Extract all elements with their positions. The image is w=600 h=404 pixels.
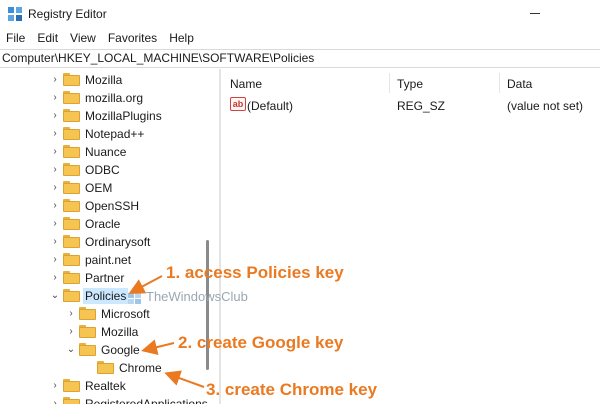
folder-icon <box>63 109 80 122</box>
tree-item-label: Oracle <box>85 217 121 231</box>
tree-item[interactable]: › ODBC <box>0 161 213 179</box>
value-name[interactable]: (Default) <box>247 99 293 113</box>
tree-item[interactable]: › Notepad++ <box>0 125 213 143</box>
string-value-icon: ab <box>230 97 246 111</box>
chevron-right-icon[interactable]: › <box>50 237 60 247</box>
chevron-right-icon[interactable]: › <box>50 381 60 391</box>
folder-icon <box>63 127 80 140</box>
chevron-right-icon[interactable]: › <box>66 309 76 319</box>
tree-item-label: Partner <box>85 271 125 285</box>
tree-item[interactable]: › Realtek <box>0 377 213 395</box>
chevron-right-icon[interactable]: › <box>50 93 60 103</box>
folder-icon <box>63 145 80 158</box>
menu-bar: File Edit View Favorites Help <box>0 28 600 48</box>
column-header-type[interactable]: Type <box>397 77 423 91</box>
chevron-down-icon[interactable]: ⌄ <box>50 291 60 301</box>
tree-item-label: Google <box>101 343 140 357</box>
column-divider[interactable] <box>499 73 500 93</box>
tree-item-label: ODBC <box>85 163 120 177</box>
tree-item-label: MozillaPlugins <box>85 109 162 123</box>
tree-item-label: Nuance <box>85 145 127 159</box>
chevron-right-icon[interactable]: › <box>50 111 60 121</box>
tree-item-label: OEM <box>85 181 113 195</box>
tree-item-label: Policies <box>83 288 129 304</box>
value-data: (value not set) <box>507 99 584 113</box>
menu-view[interactable]: View <box>64 28 102 48</box>
tree-item-label: Ordinarysoft <box>85 235 151 249</box>
chevron-right-icon[interactable]: › <box>50 75 60 85</box>
chevron-right-icon[interactable]: › <box>50 183 60 193</box>
folder-icon <box>97 361 114 374</box>
tree-item-label: Realtek <box>85 379 126 393</box>
folder-icon <box>63 181 80 194</box>
address-bar[interactable]: Computer\HKEY_LOCAL_MACHINE\SOFTWARE\Pol… <box>0 49 600 68</box>
folder-icon <box>63 199 80 212</box>
value-type: REG_SZ <box>397 99 446 113</box>
folder-icon <box>63 235 80 248</box>
chevron-right-icon[interactable]: › <box>50 165 60 175</box>
tree-item-label: paint.net <box>85 253 132 267</box>
folder-icon <box>63 271 80 284</box>
tree-item-label: Mozilla <box>101 325 139 339</box>
tree-item[interactable]: › OpenSSH <box>0 197 213 215</box>
tree-item[interactable]: › Mozilla <box>0 71 213 89</box>
column-header-data[interactable]: Data <box>507 77 532 91</box>
tree-item[interactable]: Chrome <box>0 359 213 377</box>
annotation-step-1: 1. access Policies key <box>166 263 344 282</box>
folder-icon <box>79 307 96 320</box>
tree-item-label: Chrome <box>119 361 162 375</box>
menu-edit[interactable]: Edit <box>31 28 64 48</box>
folder-icon <box>63 91 80 104</box>
folder-icon <box>63 397 80 404</box>
annotation-step-2: 2. create Google key <box>178 333 344 352</box>
chevron-right-icon[interactable]: › <box>50 201 60 211</box>
column-divider[interactable] <box>389 73 390 93</box>
chevron-right-icon[interactable]: › <box>50 219 60 229</box>
tree-item[interactable]: › Oracle <box>0 215 213 233</box>
tree-item[interactable]: › Microsoft <box>0 305 213 323</box>
window-title: Registry Editor <box>28 7 107 21</box>
folder-icon <box>63 163 80 176</box>
chevron-right-icon[interactable]: › <box>50 273 60 283</box>
folder-open-icon <box>63 289 80 302</box>
watermark: TheWindowsClub <box>146 289 248 304</box>
tree-item[interactable]: › Nuance <box>0 143 213 161</box>
folder-open-icon <box>79 343 96 356</box>
column-header-name[interactable]: Name <box>230 77 262 91</box>
tree-item-label: mozilla.org <box>85 91 144 105</box>
tree-item-label: OpenSSH <box>85 199 140 213</box>
tree-item[interactable]: › mozilla.org <box>0 89 213 107</box>
folder-icon <box>63 217 80 230</box>
key-tree: › Mozilla › mozilla.org › MozillaPlugins… <box>0 69 213 404</box>
registry-editor-icon <box>8 7 22 21</box>
chevron-right-icon[interactable]: › <box>50 147 60 157</box>
folder-icon <box>63 379 80 392</box>
chevron-right-icon[interactable]: › <box>66 327 76 337</box>
tree-item-label: RegisteredApplications <box>85 397 208 404</box>
annotation-step-3: 3. create Chrome key <box>206 380 378 399</box>
tree-item[interactable]: › MozillaPlugins <box>0 107 213 125</box>
pane-splitter[interactable] <box>219 69 221 404</box>
folder-icon <box>63 253 80 266</box>
menu-favorites[interactable]: Favorites <box>102 28 163 48</box>
tree-item[interactable]: › Ordinarysoft <box>0 233 213 251</box>
tree-item-label: Mozilla <box>85 73 123 87</box>
chevron-right-icon[interactable]: › <box>50 399 60 404</box>
minimize-icon[interactable] <box>530 13 540 14</box>
menu-help[interactable]: Help <box>163 28 200 48</box>
values-list: Name Type Data ab (Default) REG_SZ (valu… <box>222 69 600 404</box>
tree-item[interactable]: › OEM <box>0 179 213 197</box>
title-bar: Registry Editor <box>0 0 600 28</box>
chevron-right-icon[interactable]: › <box>50 255 60 265</box>
chevron-right-icon[interactable]: › <box>50 129 60 139</box>
tree-item[interactable]: › RegisteredApplications <box>0 395 213 404</box>
tree-item-label: Notepad++ <box>85 127 145 141</box>
folder-icon <box>63 73 80 86</box>
chevron-down-icon[interactable]: ⌄ <box>66 345 76 355</box>
menu-file[interactable]: File <box>0 28 31 48</box>
tree-item-label: Microsoft <box>101 307 150 321</box>
folder-icon <box>79 325 96 338</box>
watermark-logo-icon <box>128 293 141 304</box>
